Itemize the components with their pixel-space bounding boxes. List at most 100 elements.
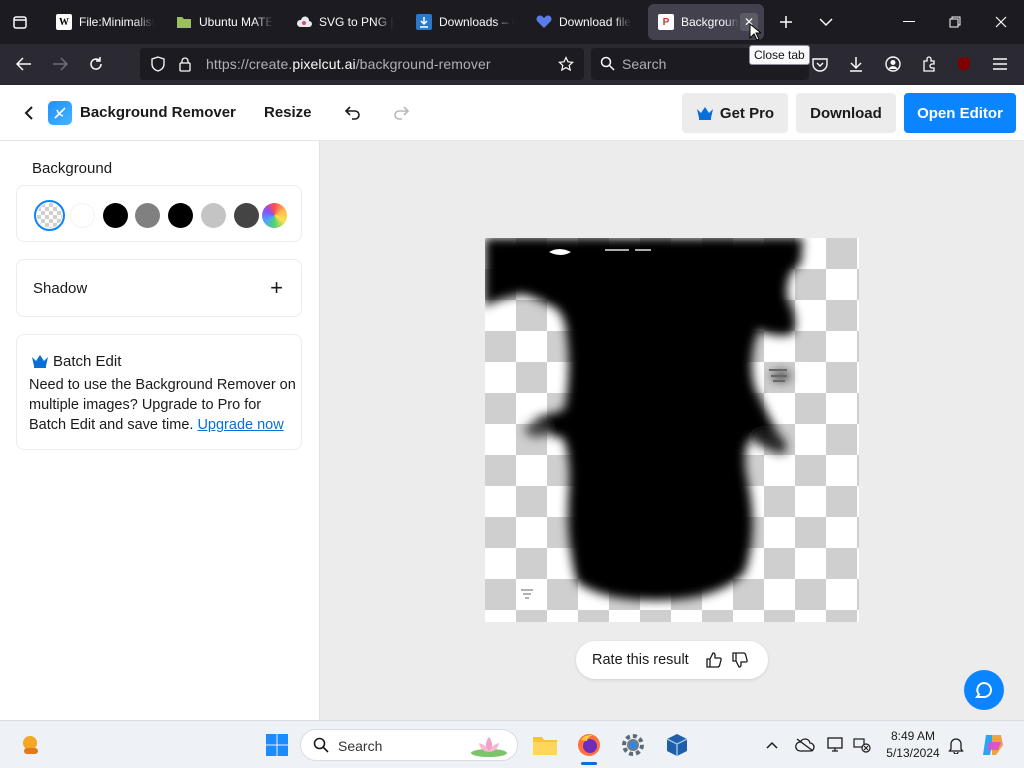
color-picker-swatch[interactable] bbox=[262, 203, 287, 228]
url-bar[interactable]: https://create.pixelcut.ai/background-re… bbox=[140, 48, 584, 80]
shadow-label: Shadow bbox=[33, 280, 88, 297]
upgrade-now-link[interactable]: Upgrade now bbox=[197, 417, 283, 433]
open-editor-button[interactable]: Open Editor bbox=[904, 93, 1016, 133]
tab-label: File:Minimalist bbox=[79, 15, 154, 29]
thumbs-up-icon[interactable] bbox=[705, 651, 723, 669]
image-preview[interactable] bbox=[485, 238, 859, 622]
menu-icon[interactable] bbox=[986, 50, 1014, 78]
notifications-bell-icon[interactable] bbox=[946, 735, 966, 755]
copilot-icon[interactable] bbox=[980, 732, 1006, 758]
add-shadow-icon[interactable]: + bbox=[270, 277, 283, 299]
cloud-offline-icon[interactable] bbox=[795, 735, 815, 755]
start-button-icon[interactable] bbox=[262, 730, 292, 760]
browser-nav-bar: https://create.pixelcut.ai/background-re… bbox=[0, 44, 1024, 104]
list-all-tabs-icon[interactable] bbox=[812, 8, 840, 36]
restore-icon[interactable] bbox=[941, 8, 969, 36]
file-explorer-icon[interactable] bbox=[530, 730, 560, 760]
tab-label: SVG to PNG | C bbox=[319, 15, 394, 29]
swatch-gray[interactable] bbox=[135, 203, 160, 228]
windows-taskbar: Search 8:49 AM 5/13/2024 bbox=[0, 720, 1024, 768]
tab-svg-to-png[interactable]: SVG to PNG | C bbox=[286, 4, 404, 40]
heart-icon bbox=[536, 14, 552, 30]
settings-panel: Background Shadow + Batch Edit Need to u… bbox=[0, 141, 320, 720]
lotus-flower-icon bbox=[469, 733, 509, 762]
background-swatch-card bbox=[16, 185, 302, 242]
browser-tab-strip: W File:Minimalist Ubuntu MATE SVG to PNG… bbox=[0, 0, 1024, 44]
downloads-page-icon bbox=[416, 14, 432, 30]
chat-bubble-icon bbox=[974, 681, 992, 698]
thumbs-down-icon[interactable] bbox=[731, 651, 749, 669]
weather-widget-icon[interactable] bbox=[16, 730, 46, 760]
url-text: https://create.pixelcut.ai/background-re… bbox=[206, 56, 491, 72]
pixelcut-icon: P bbox=[658, 14, 674, 30]
reload-icon[interactable] bbox=[82, 50, 110, 78]
settings-gear-icon[interactable] bbox=[618, 730, 648, 760]
search-icon bbox=[313, 737, 329, 758]
swatch-light-gray[interactable] bbox=[201, 203, 226, 228]
minimize-icon[interactable] bbox=[895, 8, 923, 36]
tab-wikipedia[interactable]: W File:Minimalist bbox=[46, 4, 164, 40]
rate-result-label: Rate this result bbox=[592, 652, 689, 668]
display-icon[interactable] bbox=[826, 735, 846, 755]
help-chat-button[interactable] bbox=[964, 670, 1004, 710]
batch-edit-card: Batch Edit Need to use the Background Re… bbox=[16, 334, 302, 450]
firefox-icon[interactable] bbox=[574, 730, 604, 760]
app-header: Background Remover Resize Get Pro Downlo… bbox=[0, 85, 1024, 141]
swatch-transparent[interactable] bbox=[34, 200, 65, 231]
clock-time: 8:49 AM bbox=[890, 729, 936, 743]
pocket-icon[interactable] bbox=[806, 50, 834, 78]
firefox-running-indicator bbox=[581, 762, 597, 765]
virtualbox-icon[interactable] bbox=[662, 730, 692, 760]
ublock-origin-icon[interactable] bbox=[950, 50, 978, 78]
mouse-cursor-icon bbox=[749, 23, 761, 41]
system-clock[interactable]: 8:49 AM 5/13/2024 bbox=[882, 728, 944, 762]
get-pro-label: Get Pro bbox=[719, 104, 775, 122]
rate-result-bar: Rate this result bbox=[576, 641, 768, 679]
downloads-icon[interactable] bbox=[842, 50, 870, 78]
swatch-dark-gray[interactable] bbox=[234, 203, 259, 228]
result-image bbox=[485, 238, 803, 601]
swatch-black[interactable] bbox=[103, 203, 128, 228]
page-title: Background Remover bbox=[80, 104, 236, 121]
download-button[interactable]: Download bbox=[796, 93, 896, 133]
close-tab-tooltip: Close tab bbox=[749, 45, 810, 65]
batch-edit-description: Need to use the Background Remover on mu… bbox=[29, 377, 296, 433]
taskbar-search[interactable]: Search bbox=[300, 729, 518, 761]
swatch-black-2[interactable] bbox=[168, 203, 193, 228]
taskbar-search-placeholder: Search bbox=[338, 738, 383, 754]
close-window-icon[interactable] bbox=[987, 8, 1015, 36]
cloud-convert-icon bbox=[296, 14, 312, 30]
extensions-icon[interactable] bbox=[915, 50, 943, 78]
tab-background-remover[interactable]: P Background ✕ bbox=[648, 4, 764, 40]
tab-download-file[interactable]: Download file bbox=[526, 4, 644, 40]
bookmark-star-icon[interactable] bbox=[558, 56, 574, 77]
background-section-title: Background bbox=[32, 160, 113, 177]
back-icon[interactable] bbox=[10, 50, 38, 78]
tab-label: Download file bbox=[559, 15, 632, 29]
tab-downloads[interactable]: Downloads – C bbox=[406, 4, 524, 40]
network-icon[interactable] bbox=[852, 735, 872, 755]
clock-date: 5/13/2024 bbox=[886, 746, 940, 760]
crown-icon bbox=[696, 107, 713, 120]
shield-icon[interactable] bbox=[150, 56, 166, 77]
tab-overview-icon[interactable] bbox=[6, 8, 34, 36]
chevron-up-icon[interactable] bbox=[762, 735, 782, 755]
chevron-left-icon[interactable] bbox=[18, 102, 40, 124]
account-icon[interactable] bbox=[879, 50, 907, 78]
forward-icon[interactable] bbox=[46, 50, 74, 78]
folder-icon bbox=[176, 14, 192, 30]
new-tab-icon[interactable] bbox=[772, 8, 800, 36]
swatch-white[interactable] bbox=[70, 203, 95, 228]
resize-button[interactable]: Resize bbox=[264, 104, 312, 121]
undo-icon[interactable] bbox=[341, 101, 365, 125]
tab-label: Downloads – C bbox=[439, 15, 514, 29]
search-placeholder: Search bbox=[622, 56, 667, 72]
tab-ubuntu-mate[interactable]: Ubuntu MATE bbox=[166, 4, 284, 40]
shadow-card[interactable]: Shadow + bbox=[16, 259, 302, 317]
search-icon bbox=[600, 56, 615, 76]
tab-label: Background bbox=[681, 15, 739, 29]
redo-icon[interactable] bbox=[389, 101, 413, 125]
lock-icon[interactable] bbox=[178, 56, 192, 77]
wikipedia-icon: W bbox=[56, 14, 72, 30]
get-pro-button[interactable]: Get Pro bbox=[682, 93, 788, 133]
